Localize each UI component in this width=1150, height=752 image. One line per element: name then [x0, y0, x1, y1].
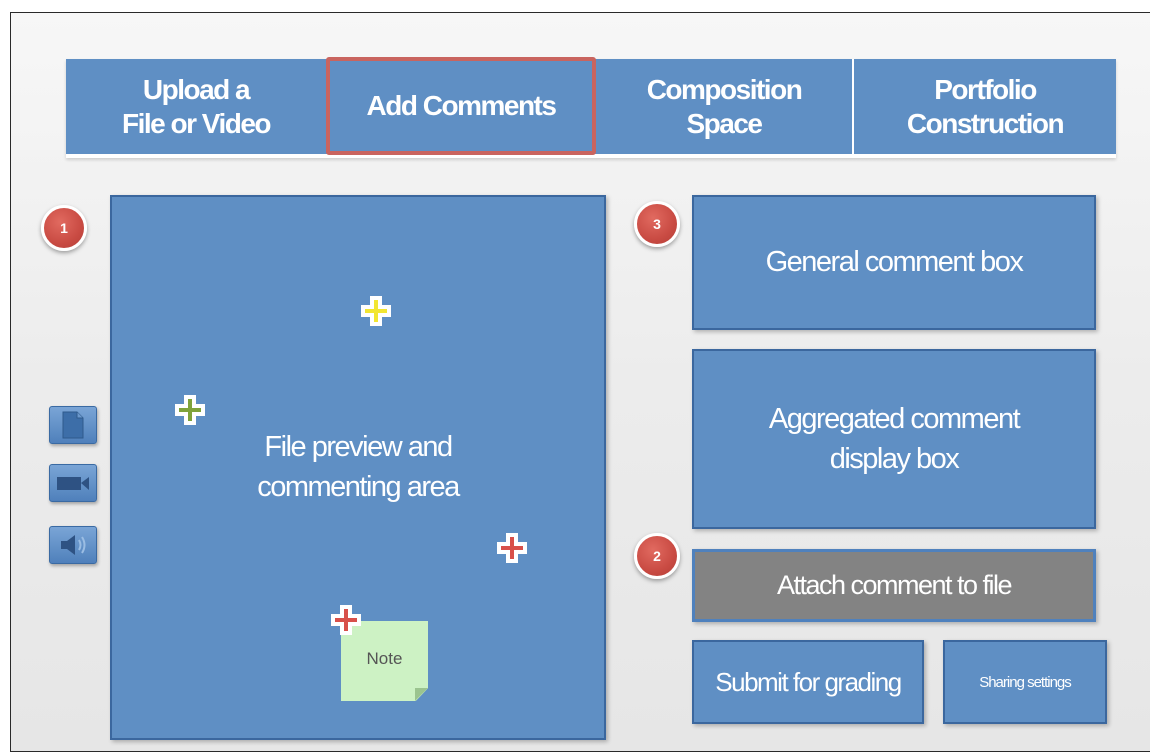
- speaker-icon: [61, 535, 86, 555]
- audio-button[interactable]: [49, 526, 97, 564]
- tab-upload-file-or-video[interactable]: Upload a File or Video: [66, 59, 326, 154]
- sharing-settings-button[interactable]: Sharing settings: [943, 640, 1107, 724]
- general-comment-box[interactable]: General comment box: [692, 195, 1096, 330]
- step-badge-1: 1: [41, 205, 87, 251]
- aggregated-comment-display-box: Aggregated comment display box: [692, 349, 1096, 529]
- file-preview-label: File preview and commenting area: [257, 431, 460, 503]
- red-plus-icon[interactable]: [329, 603, 363, 637]
- document-icon: [62, 411, 84, 439]
- tab-portfolio-construction[interactable]: Portfolio Construction: [854, 59, 1116, 154]
- step-badge-3: 3: [634, 201, 680, 247]
- attach-comment-button[interactable]: Attach comment to file: [692, 549, 1096, 622]
- video-camera-icon: [57, 477, 89, 490]
- step-badge-2: 2: [634, 533, 680, 579]
- red-plus-icon[interactable]: [495, 531, 529, 565]
- document-button[interactable]: [49, 406, 97, 444]
- video-button[interactable]: [49, 464, 97, 502]
- tab-composition-space[interactable]: Composition Space: [596, 59, 854, 154]
- yellow-plus-icon[interactable]: [359, 294, 393, 328]
- green-plus-icon[interactable]: [173, 393, 207, 427]
- tab-add-comments[interactable]: Add Comments: [326, 57, 596, 155]
- submit-for-grading-button[interactable]: Submit for grading: [692, 640, 924, 724]
